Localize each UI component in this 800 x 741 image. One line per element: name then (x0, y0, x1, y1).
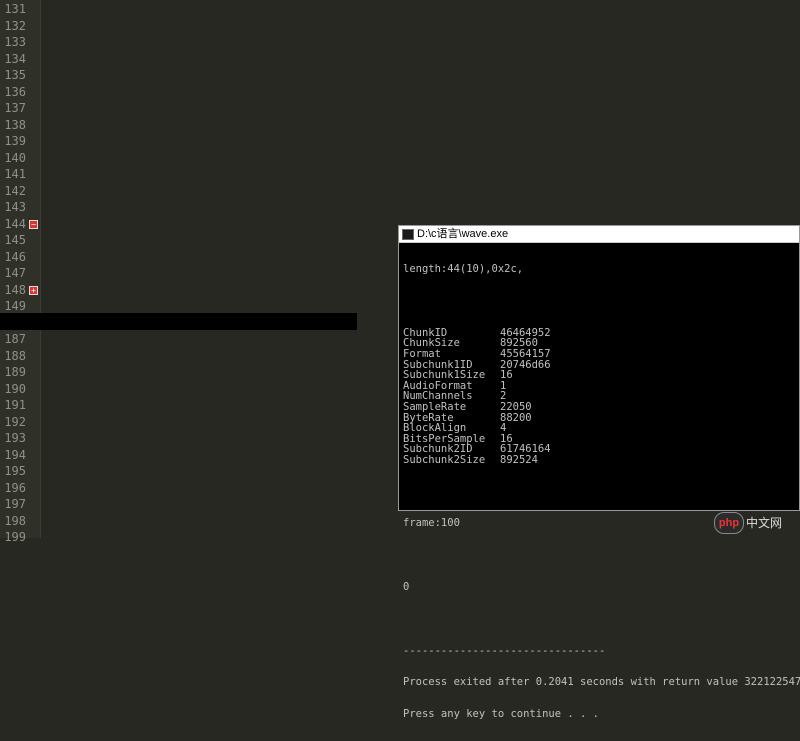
console-field-row: ChunkID 46464952 (403, 327, 800, 339)
console-field-row: Format 45564157 (403, 349, 800, 360)
line-number: 192 (4, 414, 26, 429)
console-field-label: Format (403, 347, 441, 360)
console-title: D:\c语言\wave.exe (417, 228, 509, 240)
line-number: 141 (4, 167, 26, 181)
line-number: 136 (4, 84, 26, 99)
line-number: 193 (4, 431, 26, 445)
line-number: 133 (4, 35, 26, 49)
line-number: 148 (4, 282, 26, 297)
console-zero-line: 0 (403, 581, 410, 593)
line-number: 197 (4, 497, 26, 511)
console-titlebar[interactable]: D:\c语言\wave.exe (399, 226, 799, 243)
line-number: 132 (4, 18, 26, 33)
fold-expand-icon[interactable]: + (29, 286, 38, 295)
line-number: 191 (4, 398, 26, 412)
line-number: 131 (4, 2, 26, 16)
line-number: 187 (4, 332, 26, 346)
console-field-label: SampleRate (403, 400, 467, 413)
line-number: 143 (4, 200, 26, 214)
line-number: 188 (4, 348, 26, 363)
line-number: 142 (4, 183, 26, 198)
watermark-text: 中文网 (746, 516, 783, 530)
line-number: 194 (4, 447, 26, 462)
console-separator: -------------------------------- (403, 644, 606, 657)
console-field-row: SampleRate 22050 (403, 402, 800, 413)
console-window[interactable]: D:\c语言\wave.exe length:44(10),0x2c, Chun… (398, 225, 800, 719)
line-number: 146 (4, 249, 26, 264)
console-output: length:44(10),0x2c, ChunkID 46464952 Chunk… (403, 243, 800, 741)
console-field-row: Subchunk2Size 892524 (403, 455, 800, 466)
line-number: 145 (4, 233, 26, 247)
line-number: 137 (4, 101, 26, 115)
console-field-value: 892524 (500, 453, 538, 466)
line-number: 139 (4, 134, 26, 148)
line-number: 140 (4, 150, 26, 165)
current-line-highlight (0, 313, 357, 330)
line-number: 196 (4, 480, 26, 495)
console-field-row: ChunkSize 892560 (403, 338, 800, 349)
watermark: php 中文网 (714, 512, 794, 534)
line-number: 189 (4, 365, 26, 379)
line-number: 135 (4, 68, 26, 82)
line-number: 144 (4, 216, 26, 231)
line-number: 199 (4, 530, 26, 544)
fold-collapse-icon[interactable]: − (29, 220, 38, 229)
line-number: 190 (4, 381, 26, 396)
line-number: 198 (4, 513, 26, 528)
watermark-logo: php (714, 512, 744, 534)
console-app-icon (402, 229, 414, 240)
console-field-label: Subchunk2Size (403, 453, 486, 466)
line-number: 138 (4, 117, 26, 132)
console-continue-line: Press any key to continue . . . (403, 708, 599, 721)
line-number: 195 (4, 464, 26, 478)
line-number: 147 (4, 266, 26, 280)
console-exit-line: Process exited after 0.2041 seconds with… (403, 676, 800, 689)
line-number: 134 (4, 51, 26, 66)
console-header-line: length:44(10),0x2c, (403, 263, 524, 276)
